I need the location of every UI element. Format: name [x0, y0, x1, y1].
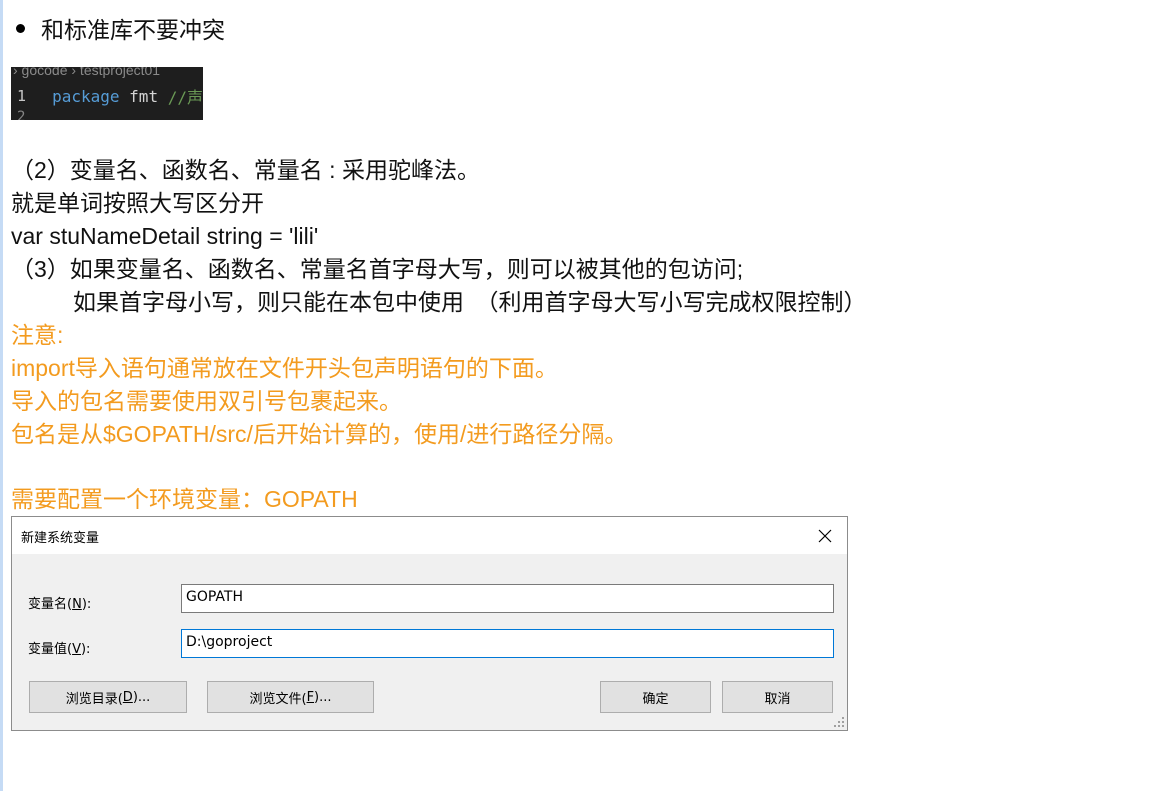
browse-file-button[interactable]: 浏览文件(F)...: [207, 681, 374, 713]
code-snippet-image: › gocode › testproject01 1 package fmt /…: [11, 67, 203, 120]
bullet-item: 和标准库不要冲突: [14, 12, 225, 44]
paragraph-naming-rule: （2）变量名、函数名、常量名 : 采用驼峰法。: [11, 157, 480, 183]
code-identifier: fmt: [129, 86, 159, 106]
close-icon: [818, 529, 832, 542]
bullet-text: 和标准库不要冲突: [41, 17, 225, 43]
ok-button[interactable]: 确定: [600, 681, 711, 713]
variable-value-label: 变量值(V):: [28, 642, 91, 657]
browse-directory-button[interactable]: 浏览目录(D)...: [29, 681, 187, 713]
paragraph-code-example: var stuNameDetail string = 'lili': [11, 223, 319, 249]
cancel-button[interactable]: 取消: [722, 681, 833, 713]
code-keyword: package: [52, 86, 120, 106]
paragraph-lowercase-rule: 如果首字母小写，则只能在本包中使用 （利用首字母大写小写完成权限控制）: [73, 289, 867, 315]
new-system-variable-dialog: 新建系统变量 变量名(N): GOPATH 变量值(V): D:\goproje…: [11, 516, 848, 731]
paragraph-camel-explain: 就是单词按照大写区分开: [11, 190, 264, 216]
note-env-variable: 需要配置一个环境变量：GOPATH: [11, 486, 358, 512]
code-breadcrumb: › gocode › testproject01: [13, 67, 161, 78]
note-gopath-path: 包名是从$GOPATH/src/后开始计算的，使用/进行路径分隔。: [11, 421, 628, 447]
variable-name-label: 变量名(N):: [28, 597, 92, 612]
variable-value-input[interactable]: D:\goproject: [181, 629, 834, 658]
note-heading: 注意:: [11, 322, 64, 348]
variable-name-input[interactable]: GOPATH: [181, 584, 834, 613]
left-margin-bar: [0, 0, 3, 791]
line-number: 2: [17, 109, 26, 120]
bullet-dot: [16, 23, 25, 33]
code-line-1: 1 package fmt //声: [11, 85, 203, 108]
dialog-titlebar: 新建系统变量: [12, 517, 847, 554]
close-button[interactable]: [803, 517, 847, 554]
note-quotes: 导入的包名需要使用双引号包裹起来。: [11, 388, 402, 414]
dialog-title: 新建系统变量: [21, 531, 100, 546]
line-number: 1: [17, 87, 27, 105]
resize-grip-icon[interactable]: [833, 716, 845, 728]
code-comment: //声: [167, 88, 203, 107]
paragraph-visibility-rule: （3）如果变量名、函数名、常量名首字母大写，则可以被其他的包访问;: [11, 256, 744, 282]
note-import-position: import导入语句通常放在文件开头包声明语句的下面。: [11, 355, 558, 381]
